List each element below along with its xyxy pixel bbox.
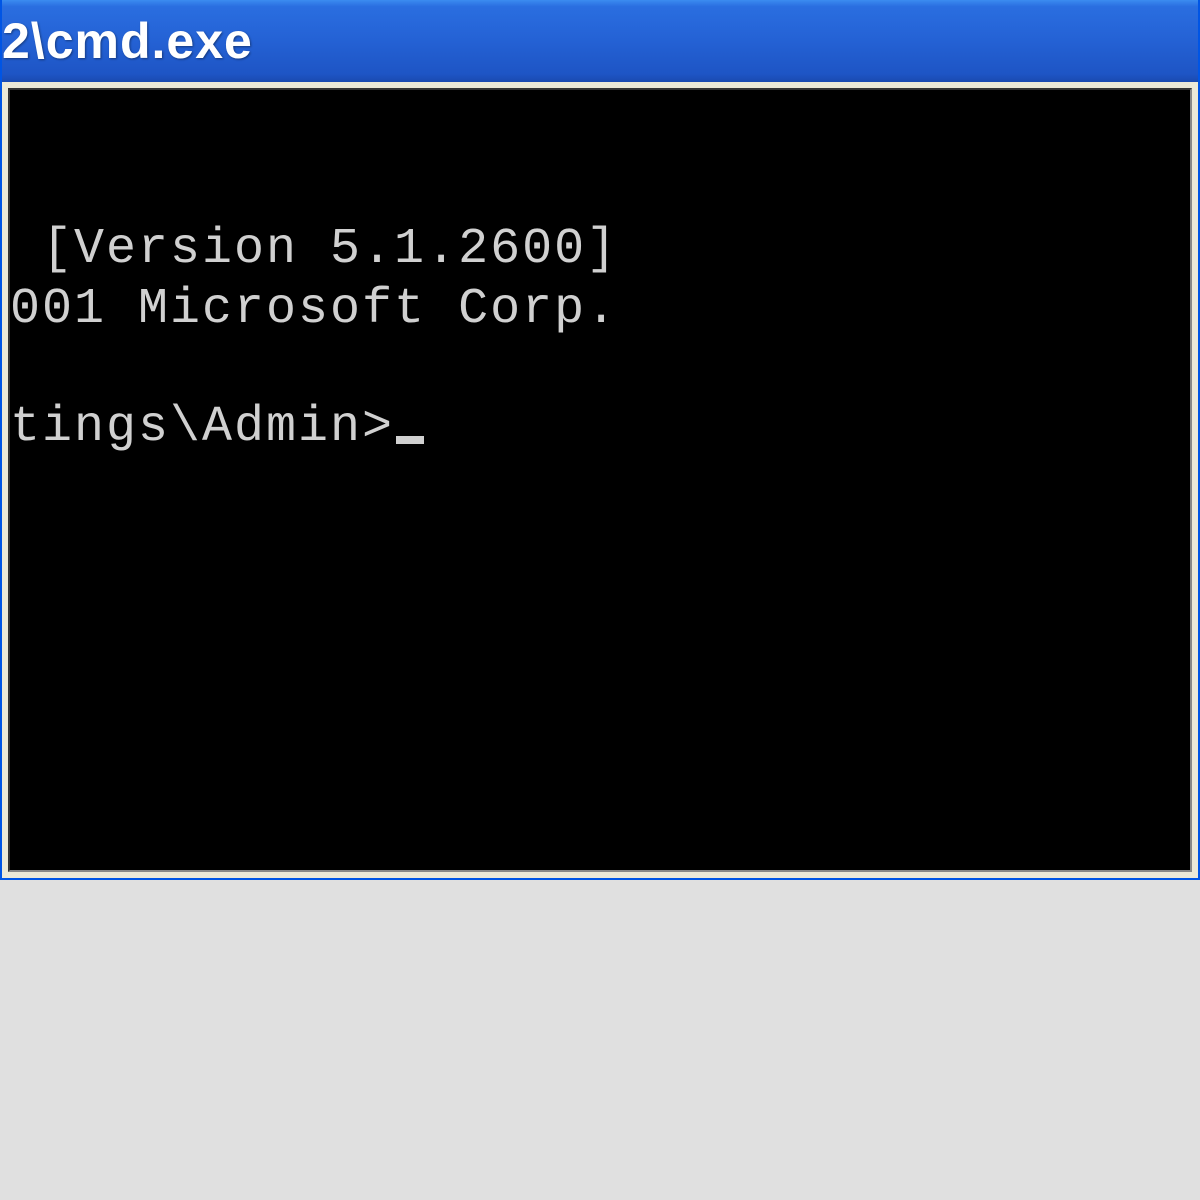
terminal-output-line: 001 Microsoft Corp.: [10, 280, 1190, 340]
terminal-output-line: [Version 5.1.2600]: [10, 220, 1190, 280]
client-area: [Version 5.1.2600]001 Microsoft Corp. tin…: [8, 88, 1192, 872]
blank-line: [10, 340, 1190, 398]
window-title: 2\cmd.exe: [2, 12, 253, 70]
cursor-icon: [396, 436, 424, 444]
titlebar[interactable]: 2\cmd.exe: [2, 0, 1198, 82]
command-prompt-window: 2\cmd.exe [Version 5.1.2600]001 Microsof…: [0, 0, 1200, 880]
terminal[interactable]: [Version 5.1.2600]001 Microsoft Corp. tin…: [10, 90, 1190, 870]
command-prompt: tings\Admin>: [10, 399, 394, 456]
